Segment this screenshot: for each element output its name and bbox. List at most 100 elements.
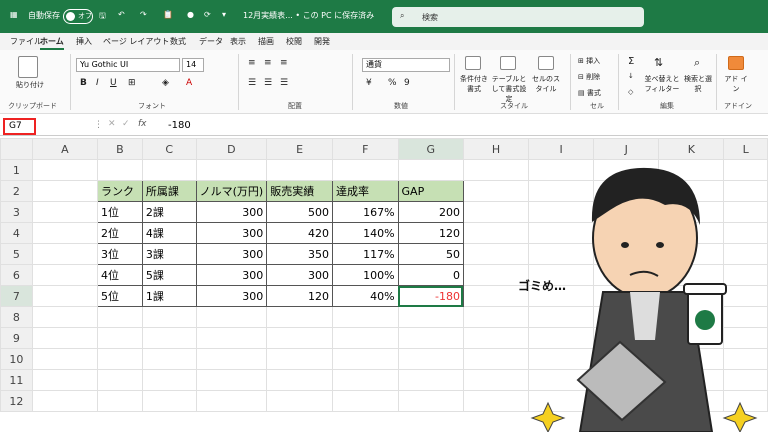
clear-icon[interactable]: ◇	[628, 88, 633, 96]
format-cells-button[interactable]: ▤ 書式	[578, 88, 601, 98]
undo-icon[interactable]: ↶	[118, 10, 125, 19]
customize-qat-icon[interactable]: ▾	[222, 10, 226, 19]
tab-review[interactable]: 校閲	[286, 36, 302, 47]
table-cell[interactable]: 50	[397, 243, 464, 265]
percent-icon[interactable]: %	[388, 78, 397, 88]
find-select-label[interactable]: 検索と選択	[684, 74, 712, 94]
tab-file[interactable]: ファイル	[10, 36, 42, 47]
row-header[interactable]: 11	[0, 369, 33, 391]
border-icon[interactable]: ⊞	[128, 78, 136, 88]
table-format-icon[interactable]	[500, 56, 516, 70]
column-header[interactable]: I	[528, 138, 595, 160]
table-cell[interactable]: 4位	[96, 264, 143, 286]
clipboard-icon[interactable]: 📋	[163, 10, 173, 19]
font-name-select[interactable]: Yu Gothic UI	[76, 58, 180, 72]
column-header[interactable]: B	[96, 138, 143, 160]
fx-icon[interactable]: fx	[138, 119, 147, 129]
table-cell[interactable]: 200	[397, 201, 464, 223]
table-cell[interactable]: 1位	[96, 201, 143, 223]
table-format-label[interactable]: テーブルとして書式設定	[490, 74, 528, 104]
table-cell[interactable]: 5位	[96, 285, 143, 307]
row-header[interactable]: 6	[0, 264, 33, 286]
table-cell[interactable]: 3位	[96, 243, 143, 265]
align-right-icon[interactable]: ☰	[280, 78, 288, 88]
tab-draw[interactable]: 描画	[258, 36, 274, 47]
table-cell[interactable]: 300	[195, 264, 268, 286]
sort-filter-icon[interactable]: ⇅	[654, 56, 663, 69]
table-cell[interactable]: 500	[266, 201, 333, 223]
cancel-icon[interactable]: ✕	[108, 119, 116, 129]
font-color-icon[interactable]: A	[186, 78, 192, 88]
align-bottom-icon[interactable]: ≡	[280, 58, 288, 68]
table-cell[interactable]: 4課	[141, 222, 197, 244]
column-header[interactable]: E	[266, 138, 333, 160]
table-cell[interactable]: 140%	[331, 222, 399, 244]
row-header[interactable]: 2	[0, 180, 33, 202]
tab-page-layout[interactable]: ページ レイアウト	[103, 36, 169, 47]
conditional-format-label[interactable]: 条件付き書式	[458, 74, 490, 94]
circle-icon[interactable]: ●	[187, 10, 194, 19]
table-header-cell[interactable]: 販売実績	[266, 180, 333, 202]
comma-icon[interactable]: 9	[404, 78, 410, 88]
bold-icon[interactable]: B	[80, 78, 87, 88]
table-header-cell[interactable]: GAP	[397, 180, 464, 202]
select-all-corner[interactable]	[0, 138, 33, 160]
conditional-format-icon[interactable]	[465, 56, 481, 70]
table-cell[interactable]: 300	[266, 264, 333, 286]
find-icon[interactable]: ⌕	[694, 56, 700, 70]
tab-home[interactable]: ホーム	[40, 36, 64, 50]
table-cell[interactable]: 100%	[331, 264, 399, 286]
table-cell[interactable]: 300	[195, 285, 268, 307]
column-header[interactable]: K	[658, 138, 725, 160]
tab-formulas[interactable]: 数式	[170, 36, 186, 47]
sync-icon[interactable]: ⟳	[204, 10, 211, 19]
cell-style-label[interactable]: セルのスタイル	[530, 74, 562, 94]
selected-cell[interactable]: -180	[397, 285, 464, 307]
more-icon[interactable]: ⋮	[94, 120, 103, 130]
table-header-cell[interactable]: 所属課	[141, 180, 197, 202]
table-cell[interactable]: 300	[195, 201, 268, 223]
row-header[interactable]: 12	[0, 390, 33, 412]
cell-style-icon[interactable]	[538, 56, 554, 70]
column-header[interactable]: G	[397, 138, 464, 160]
font-size-select[interactable]: 14	[182, 58, 204, 72]
row-header[interactable]: 10	[0, 348, 33, 370]
table-cell[interactable]: 117%	[331, 243, 399, 265]
table-cell[interactable]: 0	[397, 264, 464, 286]
tab-data[interactable]: データ	[199, 36, 223, 47]
redo-icon[interactable]: ↷	[140, 10, 147, 19]
align-middle-icon[interactable]: ≡	[264, 58, 272, 68]
row-header[interactable]: 8	[0, 306, 33, 328]
row-header[interactable]: 5	[0, 243, 33, 265]
column-header[interactable]: J	[593, 138, 660, 160]
table-cell[interactable]: 120	[266, 285, 333, 307]
insert-cells-button[interactable]: ⊞ 挿入	[578, 56, 600, 66]
save-icon[interactable]: 🖫	[99, 10, 106, 24]
row-header[interactable]: 1	[0, 159, 33, 181]
delete-cells-button[interactable]: ⊟ 削除	[578, 72, 600, 82]
paste-icon[interactable]	[18, 56, 38, 78]
formula-value[interactable]: -180	[168, 120, 191, 131]
tab-insert[interactable]: 挿入	[76, 36, 92, 47]
fill-color-icon[interactable]: ◈	[162, 78, 169, 88]
row-header[interactable]: 7	[0, 285, 33, 307]
table-cell[interactable]: 3課	[141, 243, 197, 265]
table-cell[interactable]: 1課	[141, 285, 197, 307]
table-cell[interactable]: 350	[266, 243, 333, 265]
column-header[interactable]: F	[331, 138, 399, 160]
table-header-cell[interactable]: ランク	[96, 180, 143, 202]
table-cell[interactable]: 40%	[331, 285, 399, 307]
column-header[interactable]: L	[723, 138, 768, 160]
currency-icon[interactable]: ¥	[366, 78, 372, 88]
table-cell[interactable]: 167%	[331, 201, 399, 223]
table-cell[interactable]: 5課	[141, 264, 197, 286]
tab-developer[interactable]: 開発	[314, 36, 330, 47]
addins-icon[interactable]	[728, 56, 744, 70]
align-center-icon[interactable]: ☰	[264, 78, 272, 88]
autosave-toggle[interactable]: オフ	[63, 9, 93, 24]
table-cell[interactable]: 120	[397, 222, 464, 244]
italic-icon[interactable]: I	[96, 78, 99, 88]
table-header-cell[interactable]: ノルマ(万円)	[195, 180, 268, 202]
row-header[interactable]: 4	[0, 222, 33, 244]
table-cell[interactable]: 2位	[96, 222, 143, 244]
